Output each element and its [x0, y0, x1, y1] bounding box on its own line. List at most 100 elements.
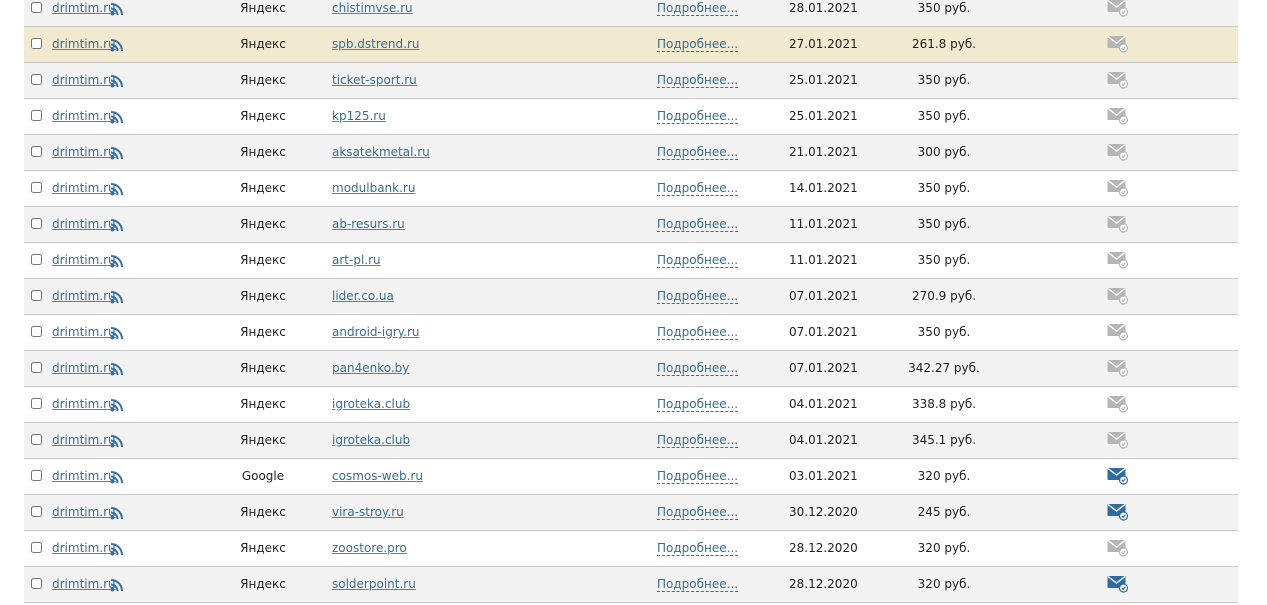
rss-icon[interactable]: [110, 182, 124, 196]
row-checkbox[interactable]: [31, 74, 42, 85]
rss-icon[interactable]: [110, 542, 124, 556]
site-link[interactable]: drimtim.ru: [52, 73, 116, 87]
row-checkbox[interactable]: [31, 110, 42, 121]
mail-icon[interactable]: [1107, 251, 1129, 269]
site-link[interactable]: drimtim.ru: [52, 469, 116, 483]
domain-link[interactable]: lider.co.ua: [332, 289, 394, 303]
row-checkbox[interactable]: [31, 290, 42, 301]
details-link[interactable]: Подробнее...: [657, 181, 739, 196]
mail-icon[interactable]: [1107, 431, 1129, 449]
details-link[interactable]: Подробнее...: [657, 433, 739, 448]
details-link[interactable]: Подробнее...: [657, 253, 739, 268]
row-checkbox[interactable]: [31, 542, 42, 553]
mail-icon[interactable]: [1107, 179, 1129, 197]
row-checkbox[interactable]: [31, 2, 42, 13]
rss-icon[interactable]: [110, 434, 124, 448]
row-checkbox[interactable]: [31, 398, 42, 409]
row-checkbox[interactable]: [31, 326, 42, 337]
mail-icon[interactable]: [1107, 71, 1129, 89]
site-link[interactable]: drimtim.ru: [52, 325, 116, 339]
mail-icon[interactable]: [1107, 0, 1129, 17]
rss-icon[interactable]: [110, 362, 124, 376]
row-checkbox[interactable]: [31, 38, 42, 49]
site-link[interactable]: drimtim.ru: [52, 37, 116, 51]
details-link[interactable]: Подробнее...: [657, 325, 739, 340]
domain-link[interactable]: spb.dstrend.ru: [332, 37, 420, 51]
domain-link[interactable]: cosmos-web.ru: [332, 469, 423, 483]
rss-icon[interactable]: [110, 398, 124, 412]
domain-link[interactable]: modulbank.ru: [332, 181, 415, 195]
domain-link[interactable]: android-igry.ru: [332, 325, 420, 339]
details-link[interactable]: Подробнее...: [657, 37, 739, 52]
row-checkbox[interactable]: [31, 434, 42, 445]
mail-icon[interactable]: [1107, 395, 1129, 413]
rss-icon[interactable]: [110, 110, 124, 124]
rss-icon[interactable]: [110, 326, 124, 340]
row-checkbox[interactable]: [31, 146, 42, 157]
mail-sent-icon[interactable]: [1107, 503, 1129, 521]
mail-sent-icon[interactable]: [1107, 467, 1129, 485]
mail-icon[interactable]: [1107, 215, 1129, 233]
details-link[interactable]: Подробнее...: [657, 469, 739, 484]
row-checkbox[interactable]: [31, 182, 42, 193]
rss-icon[interactable]: [110, 290, 124, 304]
details-link[interactable]: Подробнее...: [657, 109, 739, 124]
domain-link[interactable]: zoostore.pro: [332, 541, 407, 555]
mail-icon[interactable]: [1107, 287, 1129, 305]
row-checkbox[interactable]: [31, 254, 42, 265]
row-checkbox[interactable]: [31, 578, 42, 589]
mail-sent-icon[interactable]: [1107, 575, 1129, 593]
details-link[interactable]: Подробнее...: [657, 1, 739, 16]
site-link[interactable]: drimtim.ru: [52, 541, 116, 555]
site-link[interactable]: drimtim.ru: [52, 1, 116, 15]
row-checkbox[interactable]: [31, 362, 42, 373]
mail-icon[interactable]: [1107, 143, 1129, 161]
domain-link[interactable]: art-pl.ru: [332, 253, 381, 267]
domain-link[interactable]: chistimvse.ru: [332, 1, 413, 15]
rss-icon[interactable]: [110, 74, 124, 88]
mail-icon[interactable]: [1107, 35, 1129, 53]
mail-icon[interactable]: [1107, 107, 1129, 125]
domain-link[interactable]: vira-stroy.ru: [332, 505, 404, 519]
details-link[interactable]: Подробнее...: [657, 361, 739, 376]
details-link[interactable]: Подробнее...: [657, 397, 739, 412]
rss-icon[interactable]: [110, 578, 124, 592]
site-link[interactable]: drimtim.ru: [52, 397, 116, 411]
site-link[interactable]: drimtim.ru: [52, 181, 116, 195]
domain-link[interactable]: pan4enko.by: [332, 361, 409, 375]
row-checkbox[interactable]: [31, 470, 42, 481]
rss-icon[interactable]: [110, 254, 124, 268]
rss-icon[interactable]: [110, 506, 124, 520]
details-link[interactable]: Подробнее...: [657, 541, 739, 556]
mail-icon[interactable]: [1107, 323, 1129, 341]
details-link[interactable]: Подробнее...: [657, 217, 739, 232]
site-link[interactable]: drimtim.ru: [52, 577, 116, 591]
domain-link[interactable]: igroteka.club: [332, 433, 410, 447]
rss-icon[interactable]: [110, 146, 124, 160]
mail-icon[interactable]: [1107, 359, 1129, 377]
site-link[interactable]: drimtim.ru: [52, 217, 116, 231]
rss-icon[interactable]: [110, 38, 124, 52]
domain-link[interactable]: kp125.ru: [332, 109, 386, 123]
site-link[interactable]: drimtim.ru: [52, 289, 116, 303]
mail-icon[interactable]: [1107, 539, 1129, 557]
site-link[interactable]: drimtim.ru: [52, 505, 116, 519]
row-checkbox[interactable]: [31, 506, 42, 517]
domain-link[interactable]: ab-resurs.ru: [332, 217, 405, 231]
rss-icon[interactable]: [110, 470, 124, 484]
site-link[interactable]: drimtim.ru: [52, 145, 116, 159]
domain-link[interactable]: aksatekmetal.ru: [332, 145, 430, 159]
rss-icon[interactable]: [110, 218, 124, 232]
site-link[interactable]: drimtim.ru: [52, 253, 116, 267]
domain-link[interactable]: solderpoint.ru: [332, 577, 416, 591]
row-checkbox[interactable]: [31, 218, 42, 229]
site-link[interactable]: drimtim.ru: [52, 109, 116, 123]
site-link[interactable]: drimtim.ru: [52, 361, 116, 375]
domain-link[interactable]: ticket-sport.ru: [332, 73, 417, 87]
details-link[interactable]: Подробнее...: [657, 73, 739, 88]
details-link[interactable]: Подробнее...: [657, 145, 739, 160]
domain-link[interactable]: igroteka.club: [332, 397, 410, 411]
details-link[interactable]: Подробнее...: [657, 577, 739, 592]
site-link[interactable]: drimtim.ru: [52, 433, 116, 447]
rss-icon[interactable]: [110, 2, 124, 16]
